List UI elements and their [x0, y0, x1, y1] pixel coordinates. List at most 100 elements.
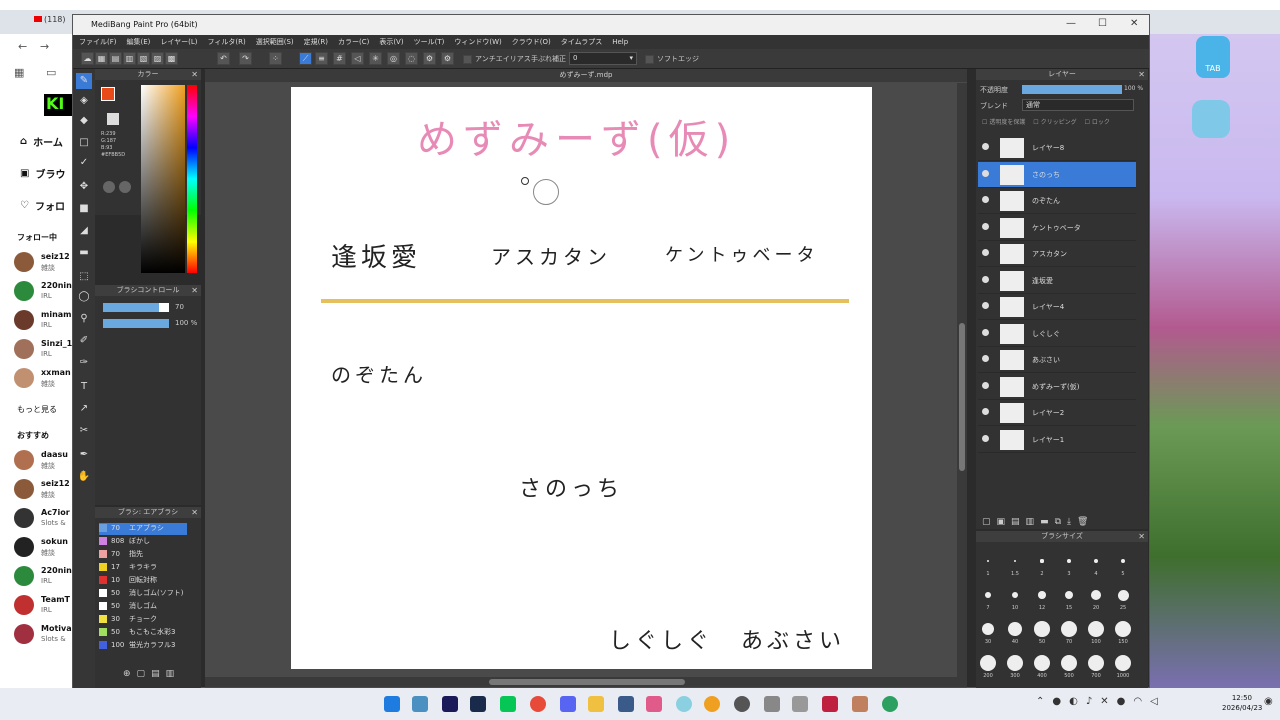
fill-rect-tool-icon[interactable]: ■ [76, 201, 92, 217]
close-icon[interactable]: ✕ [1100, 696, 1116, 707]
layer-row[interactable]: 逢坂愛 [978, 268, 1136, 294]
foreground-color-swatch[interactable] [101, 87, 115, 101]
widget-icon[interactable] [412, 696, 428, 712]
brush-item[interactable]: 100 蛍光カラフル3 [99, 640, 187, 652]
menu-file[interactable]: ファイル(F) [79, 37, 117, 47]
correction-select[interactable]: 0 ▾ [569, 52, 637, 65]
bucket-tool-icon[interactable]: ◢ [76, 223, 92, 239]
brush-item[interactable]: 50 消しゴム [99, 601, 187, 613]
maximize-button[interactable]: ☐ [1098, 18, 1107, 29]
close-icon[interactable]: ✕ [191, 69, 198, 80]
brush-size-option[interactable] [1061, 621, 1077, 637]
magic-wand-tool-icon[interactable]: ⚲ [76, 311, 92, 327]
brush-size-option[interactable] [1038, 591, 1046, 599]
brush-size-option[interactable] [1011, 591, 1019, 599]
brush-size-option[interactable] [1008, 622, 1022, 636]
wifi-icon[interactable]: ◠ [1133, 696, 1150, 707]
gradient-tool-icon[interactable]: ▬ [76, 245, 92, 261]
brush-item[interactable]: 808 ぼかし [99, 536, 187, 548]
layer-row[interactable]: あぶさい [978, 347, 1136, 373]
curve-snap-icon[interactable]: ◌ [405, 52, 418, 65]
menu-tool[interactable]: ツール(T) [414, 37, 445, 47]
tray-app-icon[interactable]: ● [1052, 696, 1069, 707]
grid-icon[interactable]: ▦ [95, 52, 108, 65]
add-layer-menu-icon[interactable]: ▥ [1026, 517, 1041, 527]
brush-size-option[interactable] [1093, 558, 1099, 564]
brush-size-option[interactable] [1115, 621, 1131, 637]
folder-icon[interactable]: ▬ [1040, 517, 1055, 527]
game-tab-icon[interactable]: TAB [1196, 36, 1230, 78]
text-tool-icon[interactable]: T [76, 379, 92, 395]
menu-window[interactable]: ウィンドウ(W) [454, 37, 501, 47]
eye-icon[interactable] [982, 355, 989, 362]
eye-icon[interactable] [982, 434, 989, 442]
channel-item[interactable]: 220nin IRL [14, 564, 74, 590]
menu-layer[interactable]: レイヤー(L) [160, 37, 197, 47]
eye-icon[interactable] [982, 249, 989, 256]
vertical-scrollbar[interactable] [957, 83, 967, 677]
antialias-checkbox[interactable] [463, 55, 472, 64]
layer-row[interactable]: しぐしぐ [978, 321, 1136, 347]
lasso-tool-icon[interactable]: ◯ [76, 289, 92, 305]
brush-size-option[interactable] [1091, 590, 1101, 600]
merge-down-icon[interactable]: ⤓ [1067, 517, 1077, 527]
app-icon[interactable] [704, 696, 720, 712]
eye-icon[interactable] [982, 143, 989, 150]
snap-icon[interactable]: ⁘ [269, 52, 282, 65]
radial-snap-icon[interactable]: ✳ [369, 52, 382, 65]
eraser-tool-icon[interactable]: ◈ [76, 93, 92, 109]
menu-view[interactable]: 表示(V) [379, 37, 403, 47]
dot-tool-icon[interactable]: ◆ [76, 113, 92, 129]
sidebar-item-home[interactable]: ⌂ ホーム [20, 134, 63, 149]
brush-menu-icon[interactable]: ▤ [151, 669, 166, 679]
slider-thumb[interactable] [159, 303, 169, 312]
brush-item[interactable]: 50 もこもこ水彩3 [99, 627, 187, 639]
app-icon[interactable] [822, 696, 838, 712]
brush-size-option[interactable] [1120, 558, 1126, 564]
steam-icon[interactable] [470, 696, 486, 712]
start-icon[interactable] [384, 696, 400, 712]
app-icon[interactable] [852, 696, 868, 712]
chrome-icon[interactable] [530, 696, 546, 712]
close-icon[interactable]: ✕ [1138, 531, 1145, 542]
channel-item[interactable]: sokun 雑談 [14, 535, 74, 561]
app-icon[interactable] [792, 696, 808, 712]
settings-snap-icon[interactable]: ⚙ [423, 52, 436, 65]
app-icon[interactable] [646, 696, 662, 712]
check-tool-icon[interactable]: ✓ [76, 155, 92, 171]
cross-snap-icon[interactable]: # [333, 52, 346, 65]
rect-tool-icon[interactable]: □ [76, 135, 92, 151]
notification-icon[interactable]: ◉ [1264, 696, 1276, 710]
layer-row[interactable]: アスカタン [978, 241, 1136, 267]
cloud-icon[interactable]: ☁ [81, 52, 94, 65]
clipping-checkbox[interactable]: ☐ [1033, 119, 1038, 126]
brush-item[interactable]: 70 エアブラシ [99, 523, 187, 535]
brush-size-option[interactable] [1013, 559, 1017, 563]
channel-item[interactable]: TeamT IRL [14, 593, 74, 619]
eye-icon[interactable] [982, 196, 989, 203]
sidebar-item-following[interactable]: ♡ フォロ [20, 198, 65, 213]
brush-size-option[interactable] [985, 592, 991, 598]
scroll-thumb[interactable] [959, 323, 965, 471]
select-pen-tool-icon[interactable]: ✐ [76, 333, 92, 349]
brush-tool-icon[interactable]: ✎ [76, 73, 92, 89]
channel-item[interactable]: Ac7ior Slots & [14, 506, 74, 532]
close-icon[interactable]: ✕ [191, 285, 198, 296]
softedge-checkbox[interactable] [645, 55, 654, 64]
minimize-button[interactable]: — [1066, 18, 1076, 29]
saturation-value-picker[interactable] [141, 85, 185, 273]
eye-icon[interactable] [982, 381, 989, 389]
vanishing-snap-icon[interactable]: ◁ [351, 52, 364, 65]
app-icon[interactable] [764, 696, 780, 712]
brush-size-option[interactable] [980, 655, 996, 671]
layer-row[interactable]: レイヤー4 [978, 294, 1136, 320]
settings-icon[interactable]: ⚙ [441, 52, 454, 65]
channel-item[interactable]: 220nin IRL [14, 279, 74, 305]
canvas-paper[interactable]: めずみーず(仮) 逢坂愛 アスカタン ケントゥベータ のぞたん さのっち しぐし… [291, 87, 872, 669]
clock[interactable]: 12:50 2026/04/23 [1222, 693, 1262, 713]
parallel-snap-icon[interactable]: ≡ [315, 52, 328, 65]
panel-icon[interactable]: ▧ [137, 52, 150, 65]
eye-icon[interactable] [982, 408, 989, 415]
folder-icon[interactable] [588, 696, 604, 712]
brush-item[interactable]: 50 消しゴム(ソフト) [99, 588, 187, 600]
